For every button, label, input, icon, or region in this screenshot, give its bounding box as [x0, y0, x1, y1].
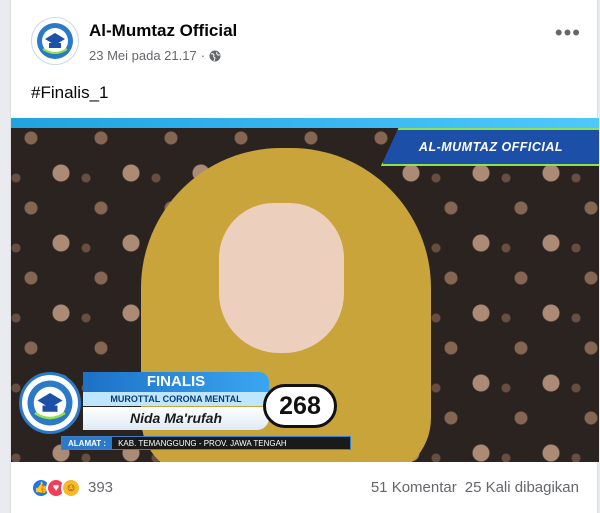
top-stripe: [11, 118, 599, 128]
address-value: KAB. TEMANGGUNG - PROV. JAWA TENGAH: [118, 438, 287, 448]
al-mumtaz-logo-icon: [37, 23, 73, 59]
shares-link[interactable]: 25 Kali dibagikan: [465, 479, 579, 496]
post-footer: 👍 ♥ ☺ 393 51 Komentar 25 Kali dibagikan: [11, 462, 599, 513]
post-video[interactable]: AL-MUMTAZ OFFICIAL FINALIS MUROTTAL CORO…: [11, 118, 599, 462]
comments-link[interactable]: 51 Komentar: [371, 479, 457, 496]
lower-third-subtitle: MUROTTAL CORONA MENTAL: [83, 392, 269, 406]
reaction-count[interactable]: 393: [88, 479, 113, 496]
address-label: ALAMAT :: [62, 437, 113, 449]
lower-third-logo: [19, 372, 81, 434]
lower-third-title: FINALIS: [83, 372, 269, 392]
reaction-summary[interactable]: 👍 ♥ ☺ 393: [31, 477, 113, 498]
page-name-link[interactable]: Al-Mumtaz Official: [89, 21, 237, 41]
post-text: #Finalis_1: [31, 83, 109, 102]
address-bar: ALAMAT : KAB. TEMANGGUNG - PROV. JAWA TE…: [61, 436, 351, 450]
globe-icon[interactable]: [209, 50, 221, 62]
more-options-icon[interactable]: •••: [555, 22, 581, 44]
care-reaction-icon: ☺: [61, 477, 81, 498]
contestant-number: 268: [263, 384, 337, 428]
post-meta: 23 Mei pada 21.17 ·: [89, 48, 221, 63]
post-timestamp[interactable]: 23 Mei pada 21.17: [89, 48, 197, 63]
page-avatar[interactable]: [31, 17, 79, 65]
meta-separator: ·: [200, 48, 206, 63]
contestant-name: Nida Ma'rufah: [83, 407, 269, 430]
engagement-counts: 51 Komentar 25 Kali dibagikan: [371, 479, 579, 496]
person-face: [219, 203, 344, 353]
al-mumtaz-logo-icon: [27, 380, 73, 426]
post-card: Al-Mumtaz Official 23 Mei pada 21.17 · •…: [10, 0, 599, 513]
channel-banner: AL-MUMTAZ OFFICIAL: [381, 128, 599, 166]
